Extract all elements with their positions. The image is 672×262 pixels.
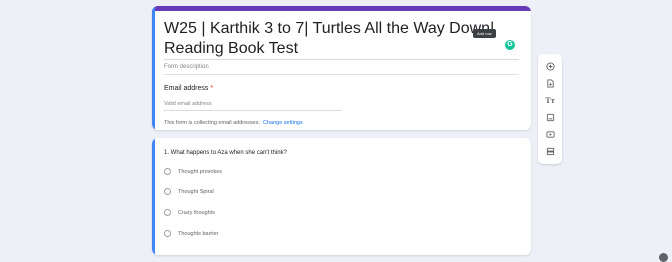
add-title-icon[interactable]: Tт: [538, 93, 562, 107]
import-questions-icon[interactable]: [538, 76, 562, 90]
add-question-icon[interactable]: [538, 59, 562, 73]
add-row-tooltip: Add row: [473, 29, 496, 38]
option-item[interactable]: Thoughts barrier: [164, 230, 218, 237]
add-video-icon[interactable]: [538, 127, 562, 141]
change-settings-link[interactable]: Change settings: [263, 120, 303, 126]
question-title[interactable]: 1. What happens to Aza when she can't th…: [164, 150, 287, 156]
radio-icon[interactable]: [164, 209, 171, 216]
form-description-field[interactable]: Form description: [164, 64, 209, 70]
radio-icon[interactable]: [164, 230, 171, 237]
active-card-indicator: [152, 138, 155, 255]
floating-toolbar: Tт: [538, 54, 562, 164]
theme-color-bar: [152, 6, 531, 11]
add-section-icon[interactable]: [538, 144, 562, 158]
email-label: Email address *: [164, 85, 213, 92]
required-asterisk: *: [210, 85, 214, 92]
option-item[interactable]: Thought Spiral: [164, 188, 214, 195]
radio-icon[interactable]: [164, 168, 171, 175]
add-image-icon[interactable]: [538, 110, 562, 124]
email-collection-note: This form is collecting email addresses.…: [164, 120, 303, 126]
email-label-text: Email address: [164, 85, 209, 92]
option-item[interactable]: Thought provokes: [164, 168, 222, 175]
form-header-card: W25 | Karthik 3 to 7| Turtles All the Wa…: [152, 6, 531, 130]
option-label: Thought provokes: [178, 168, 223, 175]
email-field[interactable]: Valid email address: [164, 101, 212, 107]
grammarly-icon[interactable]: G: [505, 40, 515, 50]
option-item[interactable]: Crazy thoughts: [164, 209, 215, 216]
option-label: Thoughts barrier: [178, 230, 219, 237]
collection-note-text: This form is collecting email addresses.: [164, 120, 260, 126]
active-card-indicator: [152, 6, 155, 130]
question-card[interactable]: 1. What happens to Aza when she can't th…: [152, 138, 531, 255]
option-label: Thought Spiral: [178, 188, 214, 195]
radio-icon[interactable]: [164, 188, 171, 195]
email-field-underline: [164, 110, 342, 111]
description-underline: [164, 74, 519, 75]
form-title[interactable]: W25 | Karthik 3 to 7| Turtles All the Wa…: [164, 19, 509, 59]
title-underline: [164, 59, 519, 60]
option-label: Crazy thoughts: [178, 209, 215, 216]
